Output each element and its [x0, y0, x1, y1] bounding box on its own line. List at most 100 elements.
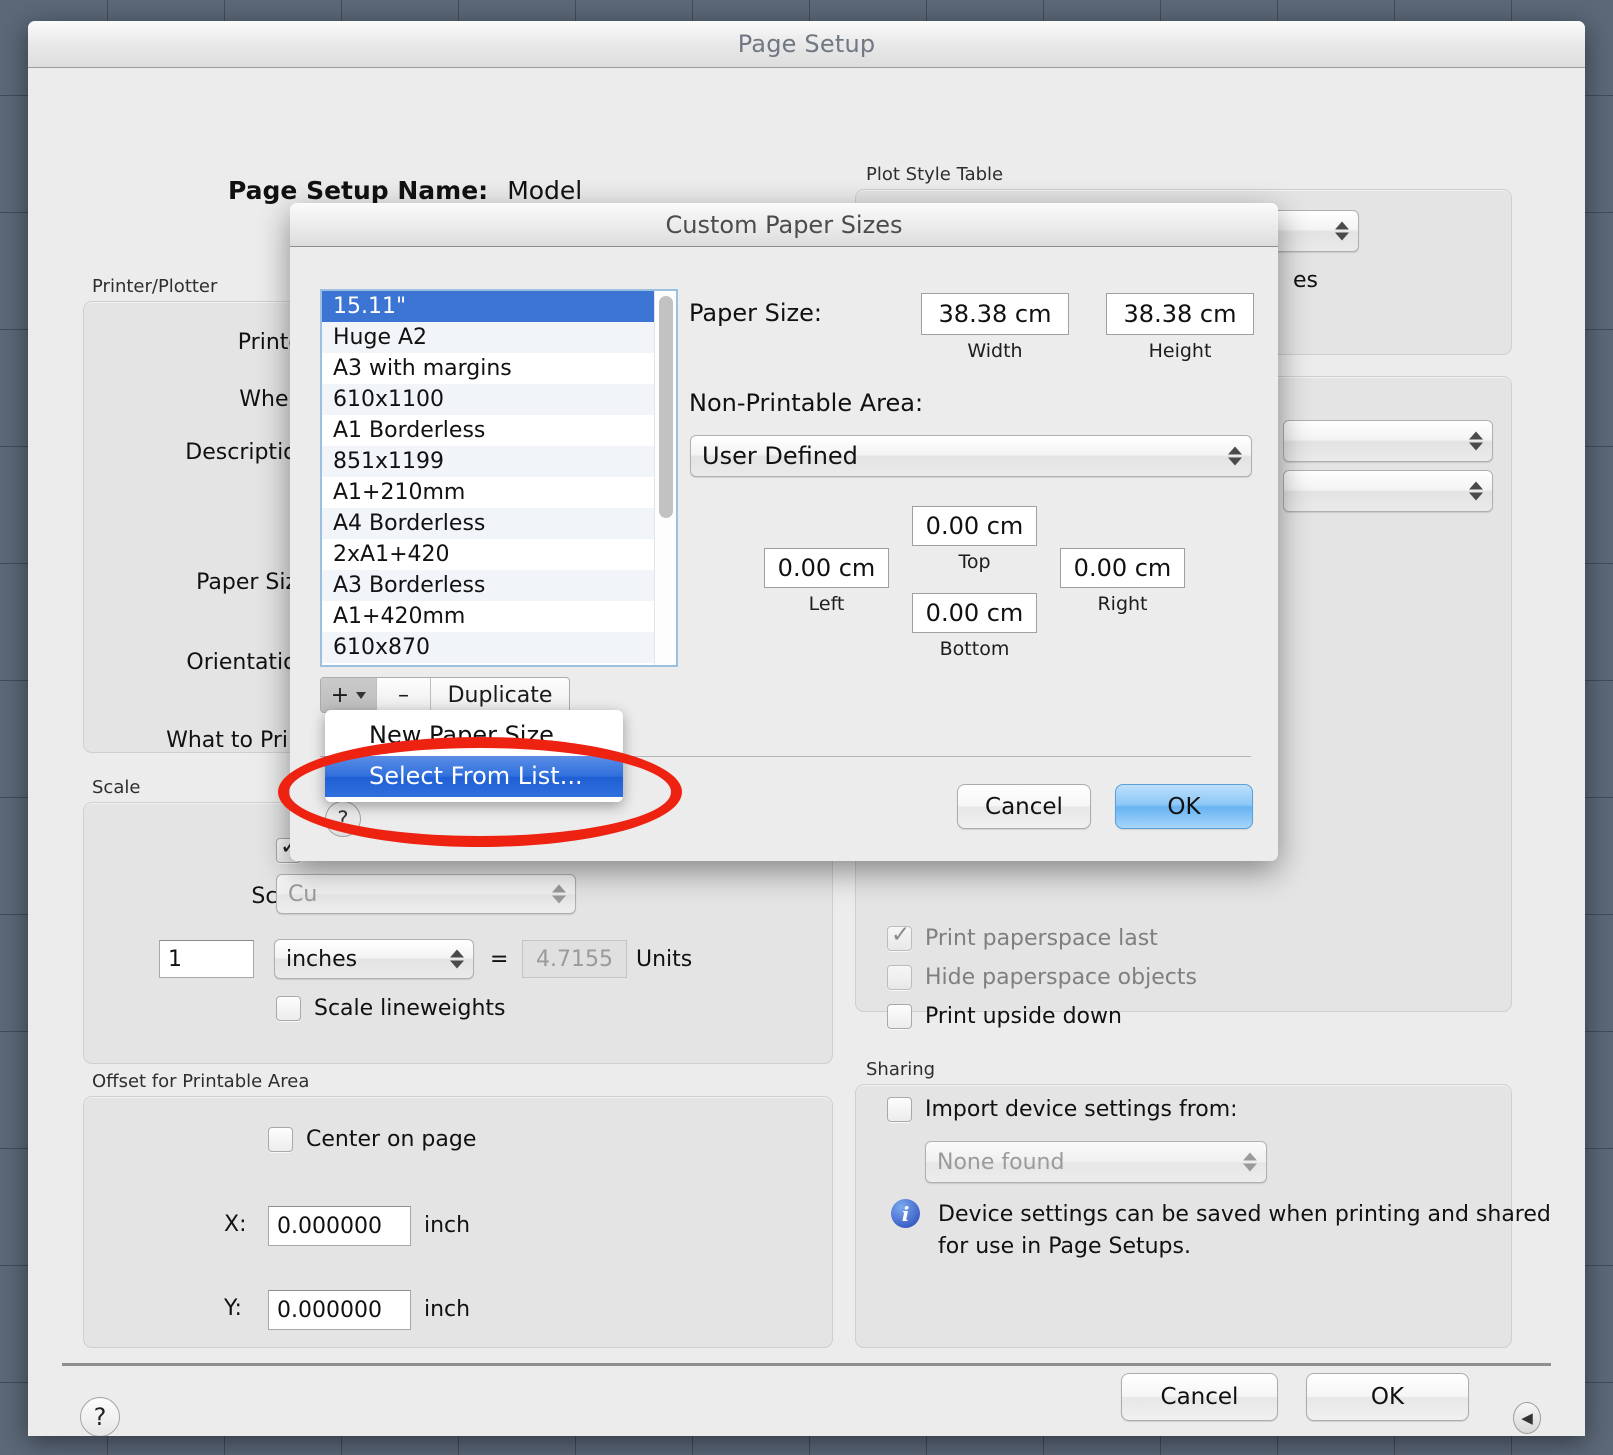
scale-units-label: Units: [636, 947, 693, 972]
scale-preset-value: Cu: [288, 881, 318, 907]
paper-size-list-item[interactable]: A4 Borderless: [322, 508, 654, 539]
hidden-popup-1[interactable]: [1283, 420, 1493, 462]
print-paperspace-last-row[interactable]: Print paperspace last: [887, 922, 1158, 951]
chevron-down-icon: [356, 691, 367, 699]
print-upside-down-row[interactable]: Print upside down: [887, 1004, 1122, 1029]
import-device-settings-row[interactable]: Import device settings from:: [887, 1097, 1238, 1122]
scrollbar-thumb[interactable]: [659, 296, 673, 518]
scale-unit-popup[interactable]: inches: [274, 939, 474, 979]
offset-y-value: 0.000000: [277, 1297, 382, 1323]
margin-right-input[interactable]: 0.00 cm: [1060, 548, 1185, 588]
scale-preset-popup[interactable]: Cu: [276, 874, 576, 914]
printer-plotter-group-label: Printer/Plotter: [92, 276, 218, 297]
paper-size-list-item[interactable]: A1 Borderless: [322, 415, 654, 446]
hide-paperspace-objects-row[interactable]: Hide paperspace objects: [887, 965, 1197, 990]
center-on-page-label: Center on page: [306, 1127, 477, 1152]
paper-height-input[interactable]: 38.38 cm: [1106, 293, 1254, 335]
scale-numerator-input[interactable]: 1: [159, 940, 254, 978]
import-source-value: None found: [937, 1149, 1065, 1175]
hide-paperspace-objects-checkbox[interactable]: [887, 965, 912, 990]
chevron-updown-icon: [1228, 446, 1242, 466]
offset-x-unit: inch: [424, 1213, 471, 1238]
paper-size-list-buttons: + – Duplicate: [320, 677, 570, 713]
center-on-page-row[interactable]: Center on page: [268, 1127, 476, 1152]
paper-height-caption: Height: [1148, 340, 1212, 362]
disclosure-triangle-icon[interactable]: ◀: [1513, 1402, 1541, 1434]
scale-units-value: 4.7155: [536, 946, 613, 972]
margin-right-value: 0.00 cm: [1073, 554, 1172, 582]
menu-item-new-paper-size[interactable]: New Paper Size: [325, 715, 623, 756]
offset-x-label: X:: [224, 1212, 247, 1237]
non-printable-area-label: Non-Printable Area:: [689, 389, 924, 417]
margin-top-input[interactable]: 0.00 cm: [912, 506, 1037, 546]
duplicate-paper-size-button[interactable]: Duplicate: [431, 678, 569, 712]
import-device-settings-checkbox[interactable]: [887, 1097, 912, 1122]
sheet-help-button[interactable]: ?: [325, 801, 361, 837]
sharing-info-row: i Device settings can be saved when prin…: [891, 1199, 1551, 1263]
non-printable-area-value: User Defined: [702, 442, 858, 470]
offset-group-label: Offset for Printable Area: [92, 1071, 310, 1092]
margin-left-input[interactable]: 0.00 cm: [764, 548, 889, 588]
scale-lineweights-row[interactable]: Scale lineweights: [276, 996, 506, 1021]
chevron-updown-icon: [1469, 481, 1483, 501]
window-titlebar[interactable]: Page Setup: [28, 21, 1585, 68]
paper-size-list-item[interactable]: A3 Borderless: [322, 570, 654, 601]
non-printable-area-popup[interactable]: User Defined: [690, 435, 1252, 477]
paper-size-list-scrollbar[interactable]: [654, 291, 676, 665]
sharing-info-line2: for use in Page Setups.: [938, 1234, 1191, 1259]
sharing-info-text: Device settings can be saved when printi…: [938, 1199, 1551, 1263]
margin-bottom-input[interactable]: 0.00 cm: [912, 593, 1037, 633]
margin-left-caption: Left: [808, 593, 845, 615]
page-setup-name-label: Page Setup Name:: [228, 176, 489, 205]
scale-group-label: Scale: [92, 777, 141, 798]
paper-size-list-item[interactable]: A1+420mm: [322, 601, 654, 632]
sheet-ok-button[interactable]: OK: [1115, 784, 1253, 829]
chevron-updown-icon: [1335, 221, 1349, 241]
ok-button[interactable]: OK: [1306, 1373, 1469, 1421]
paper-size-list-item[interactable]: 610x1100: [322, 384, 654, 415]
print-paperspace-last-label: Print paperspace last: [925, 926, 1158, 951]
offset-y-label: Y:: [224, 1296, 242, 1321]
hide-paperspace-objects-label: Hide paperspace objects: [925, 965, 1197, 990]
sheet-cancel-button[interactable]: Cancel: [957, 784, 1091, 829]
import-source-popup[interactable]: None found: [925, 1141, 1267, 1183]
paper-size-list-item[interactable]: 610x870: [322, 632, 654, 663]
info-icon: i: [891, 1199, 920, 1228]
orientation-label: Orientation:: [186, 650, 318, 675]
page-setup-name-row: Page Setup Name: Model: [228, 176, 582, 205]
offset-x-input[interactable]: 0.000000: [268, 1206, 411, 1246]
menu-item-select-from-list[interactable]: Select From List...: [325, 756, 623, 797]
paper-height-value: 38.38 cm: [1123, 300, 1237, 328]
paper-size-list-item[interactable]: 2xA1+420: [322, 539, 654, 570]
page-title: Page Setup: [737, 30, 876, 58]
paper-size-list[interactable]: 15.11" Huge A2 A3 with margins 610x1100 A1 B…: [320, 289, 678, 667]
sharing-group-label: Sharing: [866, 1059, 936, 1080]
paper-size-list-item[interactable]: 15.11": [322, 291, 654, 322]
add-paper-size-menu[interactable]: New Paper Size Select From List...: [325, 710, 623, 802]
paper-width-input[interactable]: 38.38 cm: [921, 293, 1069, 335]
chevron-updown-icon: [1469, 431, 1483, 451]
paper-size-list-rows[interactable]: 15.11" Huge A2 A3 with margins 610x1100 A1 B…: [322, 291, 654, 665]
custom-paper-sizes-titlebar: Custom Paper Sizes: [290, 203, 1278, 247]
paper-size-list-item[interactable]: A3 with margins: [322, 353, 654, 384]
paper-size-list-item[interactable]: A1+210mm: [322, 477, 654, 508]
print-upside-down-checkbox[interactable]: [887, 1004, 912, 1029]
chevron-updown-icon: [450, 949, 464, 969]
paper-size-list-item[interactable]: 851x1199: [322, 446, 654, 477]
help-button[interactable]: ?: [80, 1397, 120, 1436]
scale-lineweights-checkbox[interactable]: [276, 996, 301, 1021]
remove-paper-size-button[interactable]: –: [377, 678, 431, 712]
hidden-popup-2[interactable]: [1283, 470, 1493, 512]
offset-y-input[interactable]: 0.000000: [268, 1290, 411, 1330]
chevron-updown-icon: [1243, 1152, 1257, 1172]
description-label: Description:: [185, 440, 318, 465]
add-paper-size-button[interactable]: +: [321, 678, 377, 712]
cancel-button[interactable]: Cancel: [1121, 1373, 1278, 1421]
scale-unit-value: inches: [286, 946, 358, 972]
printer-label: Printer:: [237, 330, 318, 355]
print-paperspace-last-checkbox[interactable]: [887, 922, 912, 951]
paper-size-list-item[interactable]: Huge A2: [322, 322, 654, 353]
scale-units-input[interactable]: 4.7155: [522, 940, 627, 978]
center-on-page-checkbox[interactable]: [268, 1127, 293, 1152]
margin-top-value: 0.00 cm: [925, 512, 1024, 540]
